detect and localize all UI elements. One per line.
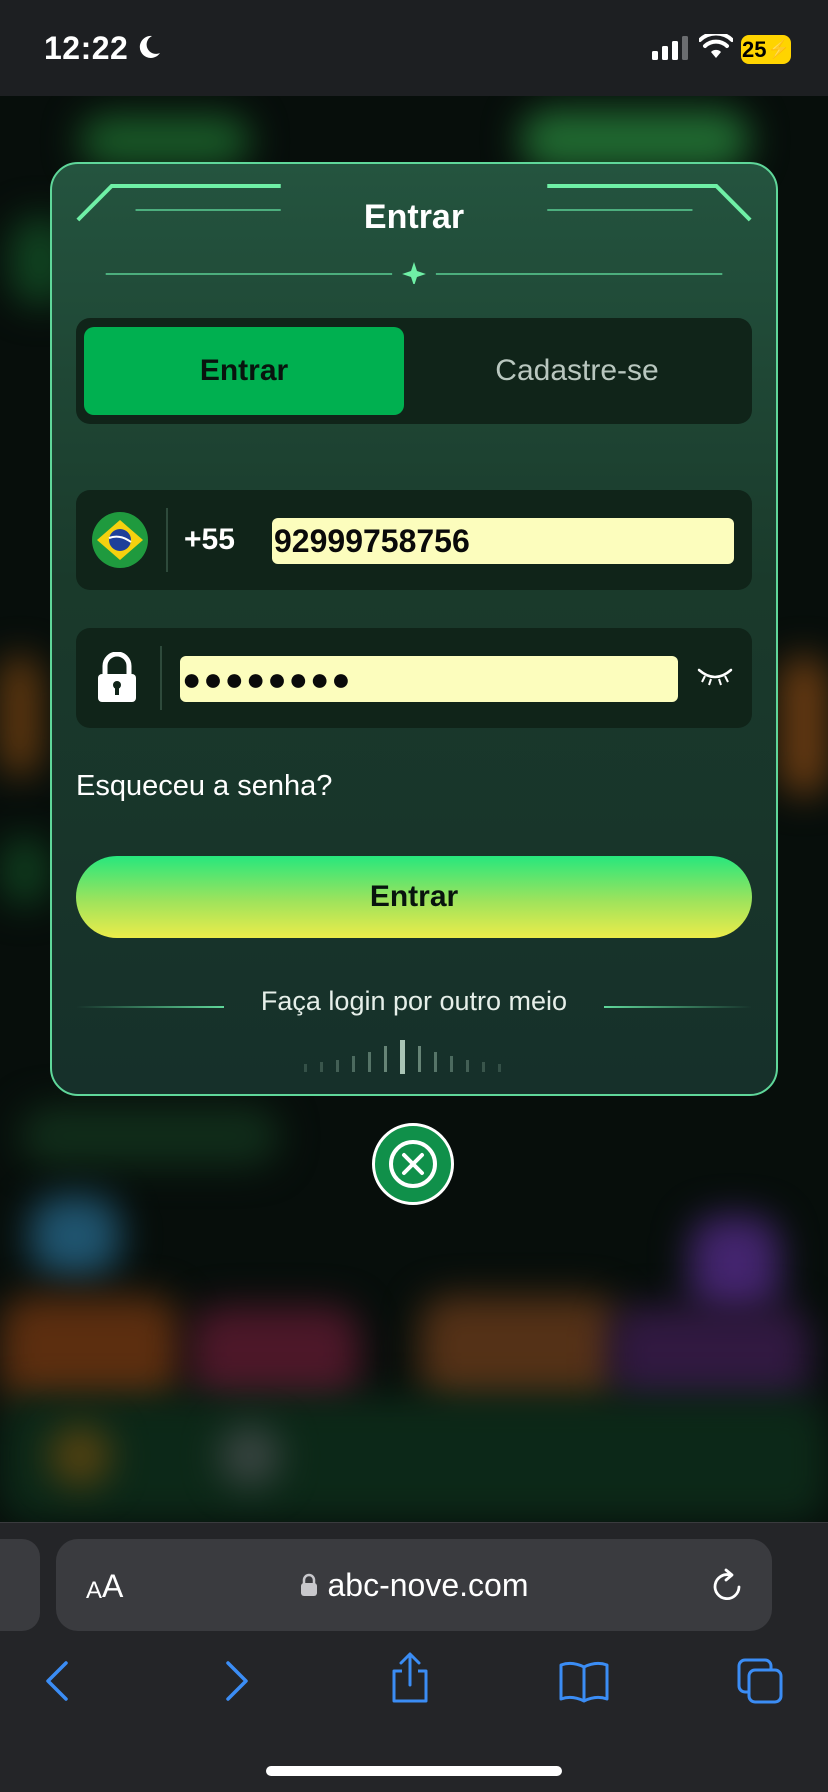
reload-icon[interactable] — [710, 1567, 744, 1603]
cellular-signal-icon — [652, 36, 688, 60]
browser-toolbar: AA abc-nove.com — [0, 1522, 828, 1792]
modal-title: Entrar — [363, 198, 465, 236]
alt-login-divider: Faça login por outro meio — [76, 986, 752, 1026]
brazil-flag-icon[interactable] — [92, 512, 148, 568]
status-time: 12:22 — [44, 30, 129, 66]
lock-icon — [98, 652, 136, 702]
country-code[interactable]: +55 — [184, 490, 235, 590]
forgot-password-link[interactable]: Esqueceu a senha? — [76, 770, 332, 803]
tab-login[interactable]: Entrar — [84, 327, 404, 415]
bookmarks-icon[interactable] — [558, 1659, 610, 1703]
previous-tab-peek[interactable] — [0, 1539, 40, 1631]
lock-icon — [300, 1573, 317, 1596]
password-input[interactable] — [180, 656, 678, 702]
loading-indicator — [304, 1040, 501, 1074]
wifi-icon — [699, 34, 733, 58]
phone-input[interactable] — [272, 518, 734, 564]
eye-closed-icon[interactable] — [696, 666, 734, 690]
charging-bolt-icon: ⚡ — [767, 39, 790, 59]
url-text: abc-nove.com — [327, 1566, 529, 1603]
password-field — [76, 628, 752, 728]
moon-icon — [139, 35, 160, 58]
address-bar[interactable]: AA abc-nove.com — [56, 1539, 772, 1631]
battery-indicator: 25 ⚡ — [741, 35, 791, 64]
tabs-icon[interactable] — [736, 1657, 784, 1705]
close-modal-button[interactable] — [372, 1123, 454, 1205]
forward-icon[interactable] — [222, 1659, 252, 1703]
share-icon[interactable] — [388, 1651, 432, 1705]
back-icon[interactable] — [42, 1659, 72, 1703]
battery-level: 25 — [742, 36, 767, 62]
auth-tabs: Entrar Cadastre-se — [76, 318, 752, 424]
login-modal: Entrar Entrar Cadastre-se +55 9299975875… — [50, 162, 778, 1096]
login-submit-button[interactable]: Entrar — [76, 856, 752, 938]
alt-login-text: Faça login por outro meio — [260, 986, 568, 1016]
phone-field: +55 — [76, 490, 752, 590]
field-divider — [166, 508, 168, 572]
tab-register[interactable]: Cadastre-se — [410, 327, 744, 415]
status-bar: 12:22 25 ⚡ — [0, 0, 828, 96]
url-display[interactable]: abc-nove.com — [56, 1539, 772, 1631]
home-indicator — [266, 1766, 562, 1776]
close-icon — [389, 1140, 437, 1188]
field-divider — [160, 646, 162, 710]
screen: 12:22 25 ⚡ Entrar Entrar Cadastre-se +55… — [0, 0, 828, 1792]
